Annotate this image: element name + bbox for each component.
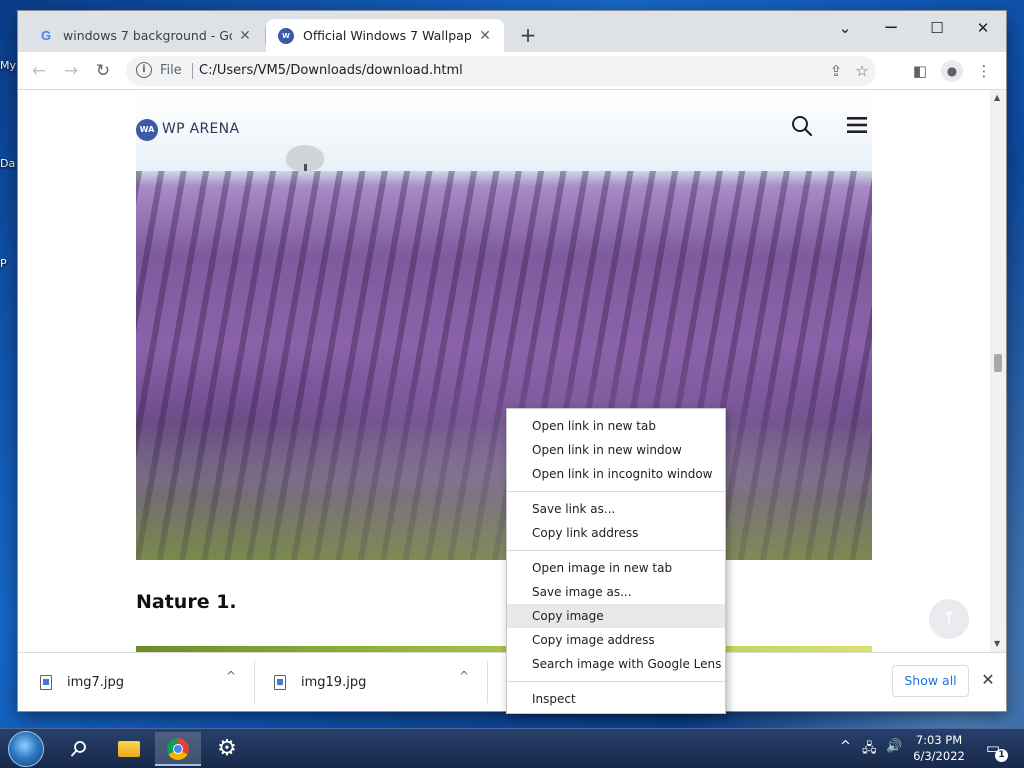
- folder-icon: [118, 741, 140, 757]
- download-separator: [487, 661, 488, 703]
- clock-time: 7:03 PM: [915, 733, 963, 747]
- hamburger-svg: [847, 117, 867, 133]
- desktop-icon-label-p[interactable]: P: [0, 257, 7, 270]
- chrome-taskbar-button[interactable]: [155, 732, 201, 766]
- menu-copy-image[interactable]: Copy image: [507, 604, 725, 628]
- desktop-icon-label-my[interactable]: My: [0, 59, 16, 72]
- notification-count-badge: 1: [995, 749, 1008, 762]
- tab-strip: G windows 7 background - Google ✕ W Offi…: [18, 11, 1006, 52]
- download-filename: img19.jpg: [301, 674, 367, 690]
- image-file-icon: [40, 674, 52, 690]
- tab-close-icon[interactable]: ✕: [236, 27, 254, 45]
- page-viewport: WA WP ARENA Nature 1. ↑: [18, 90, 990, 652]
- search-icon: [71, 741, 86, 757]
- reload-icon[interactable]: ↻: [90, 58, 116, 84]
- tab-title: windows 7 background - Google: [63, 28, 232, 43]
- chrome-icon: [167, 738, 189, 760]
- url-text[interactable]: C:/Users/VM5/Downloads/download.html: [199, 63, 463, 78]
- lavender-grass: [136, 400, 872, 560]
- menu-open-link-incognito[interactable]: Open link in incognito window: [507, 462, 725, 486]
- settings-taskbar-button[interactable]: ⚙: [204, 732, 250, 766]
- menu-separator: [507, 681, 725, 682]
- image-file-icon: [274, 674, 286, 690]
- download-filename: img7.jpg: [67, 674, 125, 690]
- menu-search-google-lens[interactable]: Search image with Google Lens: [507, 652, 725, 676]
- star-icon[interactable]: ☆: [852, 61, 872, 81]
- site-info-icon[interactable]: i: [136, 62, 152, 78]
- side-panel-icon[interactable]: ◧: [909, 60, 931, 82]
- menu-separator: [507, 491, 725, 492]
- window-close-button[interactable]: ✕: [960, 15, 1006, 41]
- share-icon[interactable]: ⇪: [826, 61, 846, 81]
- scroll-down-arrow-icon[interactable]: ▼: [994, 640, 1002, 648]
- wp-arena-favicon-icon: W: [278, 27, 294, 44]
- hamburger-menu-icon[interactable]: [842, 114, 872, 144]
- omnibox-divider: [192, 63, 193, 79]
- show-all-downloads-button[interactable]: Show all: [892, 665, 969, 697]
- scheme-label: File: [160, 63, 182, 78]
- scroll-up-arrow-icon[interactable]: ▲: [994, 94, 1002, 102]
- download-options-chevron-icon[interactable]: ^: [221, 666, 241, 686]
- tab-title: Official Windows 7 Wallpapers - V: [303, 28, 472, 43]
- menu-inspect[interactable]: Inspect: [507, 687, 725, 711]
- new-tab-button[interactable]: +: [516, 23, 540, 47]
- network-icon[interactable]: 🖧: [862, 739, 877, 761]
- menu-save-image-as[interactable]: Save image as...: [507, 580, 725, 604]
- search-icon[interactable]: [787, 114, 817, 144]
- file-explorer-taskbar-button[interactable]: [106, 732, 152, 766]
- scroll-to-top-button[interactable]: ↑: [929, 599, 969, 639]
- vertical-scrollbar[interactable]: ▲ ▼: [990, 90, 1006, 652]
- tab-search-dropdown-icon[interactable]: ⌄: [822, 15, 868, 41]
- maximize-button[interactable]: ☐: [914, 15, 960, 41]
- article-title: Nature 1.: [136, 591, 237, 613]
- tab-wp-arena[interactable]: W Official Windows 7 Wallpapers - V ✕: [266, 19, 504, 52]
- taskbar: ⚙ ^ 🖧 🔊 7:03 PM 6/3/2022 ▭ 1: [0, 728, 1024, 768]
- close-download-shelf-icon[interactable]: ✕: [977, 669, 999, 691]
- lavender-field-image[interactable]: [136, 171, 872, 560]
- google-favicon-icon: G: [40, 28, 52, 43]
- menu-save-link-as[interactable]: Save link as...: [507, 497, 725, 521]
- menu-copy-image-address[interactable]: Copy image address: [507, 628, 725, 652]
- address-bar[interactable]: i File C:/Users/VM5/Downloads/download.h…: [126, 56, 876, 86]
- download-item-img7[interactable]: img7.jpg: [40, 660, 124, 704]
- search-icon-svg: [792, 116, 813, 137]
- tab-close-icon[interactable]: ✕: [476, 27, 494, 45]
- forward-arrow-icon[interactable]: →: [58, 58, 84, 84]
- taskbar-search-icon[interactable]: [56, 732, 102, 766]
- tray-overflow-chevron-icon[interactable]: ^: [840, 739, 851, 754]
- context-menu: Open link in new tab Open link in new wi…: [506, 408, 726, 714]
- gear-icon: ⚙: [217, 736, 237, 761]
- menu-copy-link-address[interactable]: Copy link address: [507, 521, 725, 545]
- download-options-chevron-icon[interactable]: ^: [454, 666, 474, 686]
- menu-open-link-new-window[interactable]: Open link in new window: [507, 438, 725, 462]
- menu-separator: [507, 550, 725, 551]
- site-header: WA WP ARENA: [136, 90, 872, 174]
- browser-toolbar: ← → ↻ i File C:/Users/VM5/Downloads/down…: [18, 52, 1006, 90]
- desktop-icon-label-da[interactable]: Da: [0, 157, 15, 170]
- download-separator: [254, 661, 255, 703]
- minimize-button[interactable]: −: [868, 15, 914, 41]
- menu-open-link-new-tab[interactable]: Open link in new tab: [507, 414, 725, 438]
- scrollbar-thumb[interactable]: [994, 354, 1002, 372]
- tab-google-search[interactable]: G windows 7 background - Google ✕: [26, 19, 264, 52]
- clock-date: 6/3/2022: [913, 749, 965, 763]
- volume-icon[interactable]: 🔊: [886, 739, 902, 754]
- start-button[interactable]: [8, 731, 44, 767]
- site-logo-badge[interactable]: WA: [136, 119, 158, 141]
- download-item-img19[interactable]: img19.jpg: [274, 660, 366, 704]
- menu-open-image-new-tab[interactable]: Open image in new tab: [507, 556, 725, 580]
- back-arrow-icon[interactable]: ←: [26, 58, 52, 84]
- profile-icon[interactable]: ●: [941, 60, 963, 82]
- system-clock[interactable]: 7:03 PM 6/3/2022: [908, 732, 970, 764]
- kebab-menu-icon[interactable]: ⋮: [973, 60, 995, 82]
- site-logo-text[interactable]: WP ARENA: [162, 121, 239, 137]
